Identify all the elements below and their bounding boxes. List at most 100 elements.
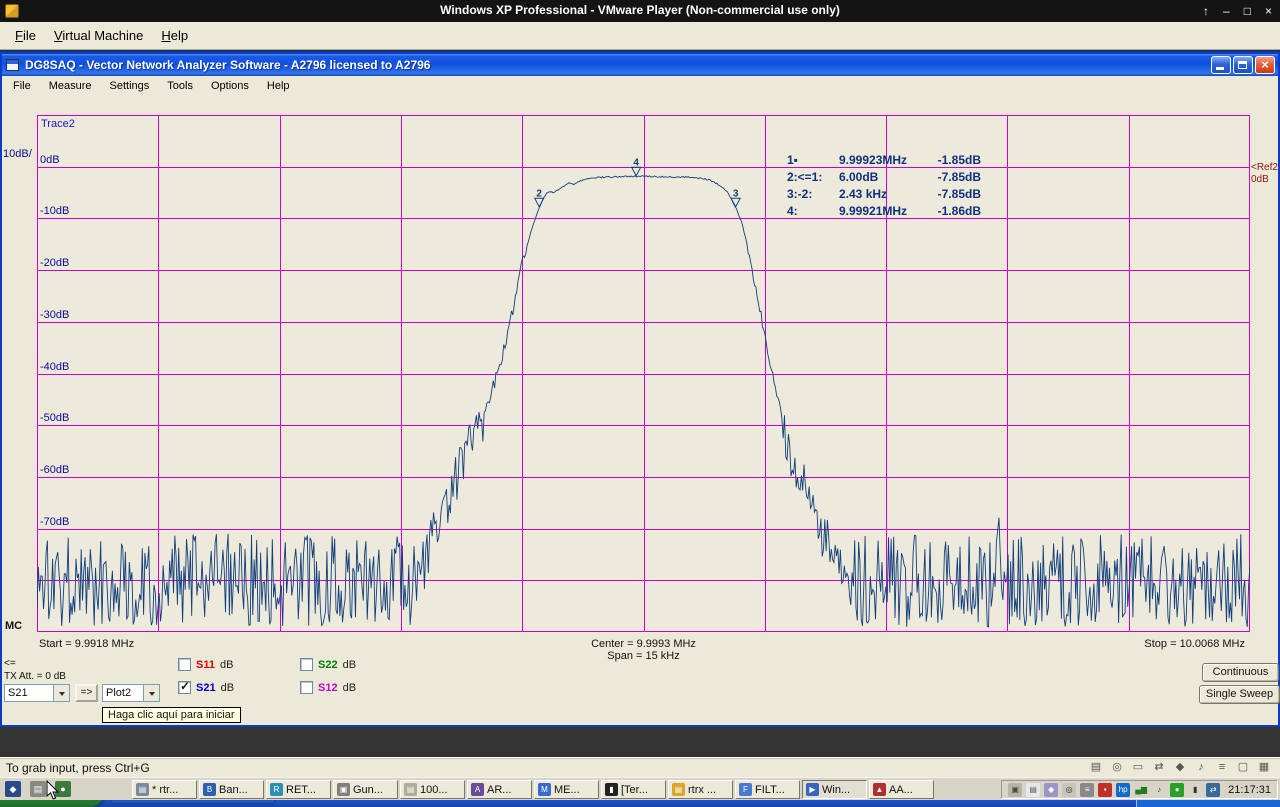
checkbox-box[interactable]: ✓ bbox=[178, 681, 191, 694]
checkbox-box[interactable] bbox=[300, 681, 313, 694]
svg-text:3: 3 bbox=[733, 188, 739, 199]
single-sweep-button[interactable]: Single Sweep bbox=[1199, 685, 1280, 704]
maximize-button[interactable]: □ bbox=[1244, 0, 1251, 22]
host-task-button-3[interactable]: RRET... bbox=[266, 780, 331, 799]
marker-readout-value: 9.99923MHz bbox=[839, 153, 931, 167]
map-trace-button[interactable]: => bbox=[75, 684, 98, 702]
vnwa-menu-settings[interactable]: Settings bbox=[101, 77, 159, 95]
host-task-button-label: RET... bbox=[286, 784, 316, 796]
checkbox-box[interactable] bbox=[178, 658, 191, 671]
host-task-button-8[interactable]: ▮[Ter... bbox=[601, 780, 666, 799]
marker-4[interactable]: 4 bbox=[632, 157, 641, 176]
host-tray-icons: ▣ ▤ ◆ ◎ ≡ ▪ hp ▄▆ ♪ ● ▮ ⇄ bbox=[1008, 783, 1220, 797]
host-task-button-10[interactable]: FFILT... bbox=[735, 780, 800, 799]
trace-checkbox-area: S11dBS22dB✓S21dBS12dB bbox=[178, 658, 438, 700]
host-task-button-label: ME... bbox=[554, 784, 580, 796]
marker-readout-value: 6.00dB bbox=[839, 170, 931, 184]
vm-screen: DG8SAQ - Vector Network Analyzer Softwar… bbox=[0, 50, 1280, 727]
host-task-button-5[interactable]: ▤100... bbox=[400, 780, 465, 799]
s21-trace bbox=[37, 176, 1250, 627]
host-task-button-7[interactable]: MME... bbox=[534, 780, 599, 799]
checkbox-label: S22 bbox=[318, 659, 338, 671]
stop-frequency-label: Stop = 10.0068 MHz bbox=[1144, 638, 1245, 650]
continuous-sweep-button[interactable]: Continuous bbox=[1202, 663, 1279, 682]
volume-tray-icon[interactable]: ♪ bbox=[1152, 783, 1166, 797]
marker-3[interactable]: 3 bbox=[731, 188, 740, 207]
filter-response-plot[interactable]: 234 Trace2 1▪9.99923MHz-1.85dB2:<=1:6.00… bbox=[37, 115, 1250, 632]
vnwa-body: 10dB/ MC <Ref2 0dB 234 Trace2 1▪9.99923M… bbox=[2, 96, 1278, 725]
network-tray-icon[interactable]: ⇄ bbox=[1206, 783, 1220, 797]
sound-adapter-icon[interactable]: ♪ bbox=[1193, 760, 1209, 775]
checkbox-s21[interactable]: ✓S21dB bbox=[178, 681, 234, 694]
fullscreen-button[interactable]: ↑ bbox=[1203, 0, 1209, 22]
cd-rom-icon[interactable]: ◎ bbox=[1109, 760, 1125, 775]
y-axis-label-10db: -10dB bbox=[40, 205, 69, 217]
serial-port-icon[interactable]: ≡ bbox=[1214, 760, 1230, 775]
close-button[interactable]: × bbox=[1255, 56, 1275, 74]
printer-tray-icon[interactable]: ≡ bbox=[1080, 783, 1094, 797]
quick-launch-browser-icon[interactable]: ◆ bbox=[5, 781, 21, 797]
y-scale-per-div-label: 10dB/ bbox=[3, 148, 32, 160]
start-tooltip: Haga clic aquí para iniciar bbox=[102, 707, 241, 723]
host-task-button-icon: ▲ bbox=[873, 783, 886, 796]
search-tray-icon[interactable]: ◎ bbox=[1062, 783, 1076, 797]
host-taskbar: ◆ ▤ ● ▤* rtr...BBan...RRET...▣Gun...▤100..… bbox=[0, 777, 1280, 800]
host-task-button-1[interactable]: ▤* rtr... bbox=[132, 780, 197, 799]
vmware-menu-file[interactable]: File bbox=[6, 25, 45, 46]
display-tray-icon[interactable]: ▤ bbox=[1026, 783, 1040, 797]
marker-readout-level: -1.85dB bbox=[931, 153, 981, 167]
grid-lines bbox=[37, 115, 1250, 632]
s-parameter-select[interactable]: S21 bbox=[4, 684, 70, 702]
network-adapter-icon[interactable]: ⇄ bbox=[1151, 760, 1167, 775]
vnwa-menu-tools[interactable]: Tools bbox=[158, 77, 202, 95]
floppy-icon[interactable]: ▭ bbox=[1130, 760, 1146, 775]
host-task-button-4[interactable]: ▣Gun... bbox=[333, 780, 398, 799]
vnwa-titlebar[interactable]: DG8SAQ - Vector Network Analyzer Softwar… bbox=[2, 54, 1278, 76]
host-task-button-9[interactable]: ▤rtrx ... bbox=[668, 780, 733, 799]
mc-status-label: MC bbox=[5, 620, 22, 632]
usb-controller-icon[interactable]: ◆ bbox=[1172, 760, 1188, 775]
vnwa-menu-options[interactable]: Options bbox=[202, 77, 258, 95]
checkbox-box[interactable] bbox=[300, 658, 313, 671]
window-tray-icon[interactable]: ▣ bbox=[1008, 783, 1022, 797]
host-task-button-icon: ▶ bbox=[806, 783, 819, 796]
vnwa-menu-items: FileMeasureSettingsToolsOptionsHelp bbox=[4, 77, 299, 95]
messenger-tray-icon[interactable]: ● bbox=[1170, 783, 1184, 797]
plot-canvas[interactable]: 2 3 4 bbox=[37, 115, 1250, 632]
minimize-button[interactable]: – bbox=[1223, 0, 1230, 22]
checkbox-s11[interactable]: S11dB bbox=[178, 658, 233, 671]
vmware-menu-help[interactable]: Help bbox=[152, 25, 197, 46]
wifi-signal-tray-icon[interactable]: ▄▆ bbox=[1134, 783, 1148, 797]
host-task-button-12[interactable]: ▲AA... bbox=[869, 780, 934, 799]
vnwa-app-icon bbox=[6, 59, 19, 71]
minimize-button[interactable] bbox=[1211, 56, 1231, 74]
marker-2[interactable]: 2 bbox=[535, 188, 544, 207]
battery-tray-icon[interactable]: ▮ bbox=[1188, 783, 1202, 797]
close-button[interactable]: × bbox=[1265, 0, 1272, 22]
host-task-button-2[interactable]: BBan... bbox=[199, 780, 264, 799]
quick-launch-desktop-icon[interactable]: ▤ bbox=[30, 781, 46, 797]
maximize-icon bbox=[1238, 61, 1247, 69]
vnwa-menu-file[interactable]: File bbox=[4, 77, 40, 95]
dropdown-arrow-icon[interactable] bbox=[53, 685, 69, 701]
security-tray-icon[interactable]: ▪ bbox=[1098, 783, 1112, 797]
scheduler-tray-icon[interactable]: ◆ bbox=[1044, 783, 1058, 797]
checkbox-label: S12 bbox=[318, 682, 338, 694]
display-icon[interactable]: ▢ bbox=[1235, 760, 1251, 775]
maximize-button[interactable] bbox=[1233, 56, 1253, 74]
host-task-button-6[interactable]: AAR... bbox=[467, 780, 532, 799]
host-task-button-icon: ▣ bbox=[337, 783, 350, 796]
host-task-button-11[interactable]: ▶Win... bbox=[802, 780, 867, 799]
hp-tray-icon[interactable]: hp bbox=[1116, 783, 1130, 797]
hard-disk-icon[interactable]: ▤ bbox=[1088, 760, 1104, 775]
vnwa-menu-measure[interactable]: Measure bbox=[40, 77, 101, 95]
memory-icon[interactable]: ▦ bbox=[1256, 760, 1272, 775]
vnwa-menu-help[interactable]: Help bbox=[258, 77, 299, 95]
host-task-button-icon: A bbox=[471, 783, 484, 796]
plot-select[interactable]: Plot2 bbox=[102, 684, 160, 702]
dropdown-arrow-icon[interactable] bbox=[143, 685, 159, 701]
checkbox-s12[interactable]: S12dB bbox=[300, 681, 356, 694]
vmware-menu-virtual-machine[interactable]: Virtual Machine bbox=[45, 25, 152, 46]
checkbox-unit: dB bbox=[221, 682, 234, 694]
checkbox-s22[interactable]: S22dB bbox=[300, 658, 356, 671]
